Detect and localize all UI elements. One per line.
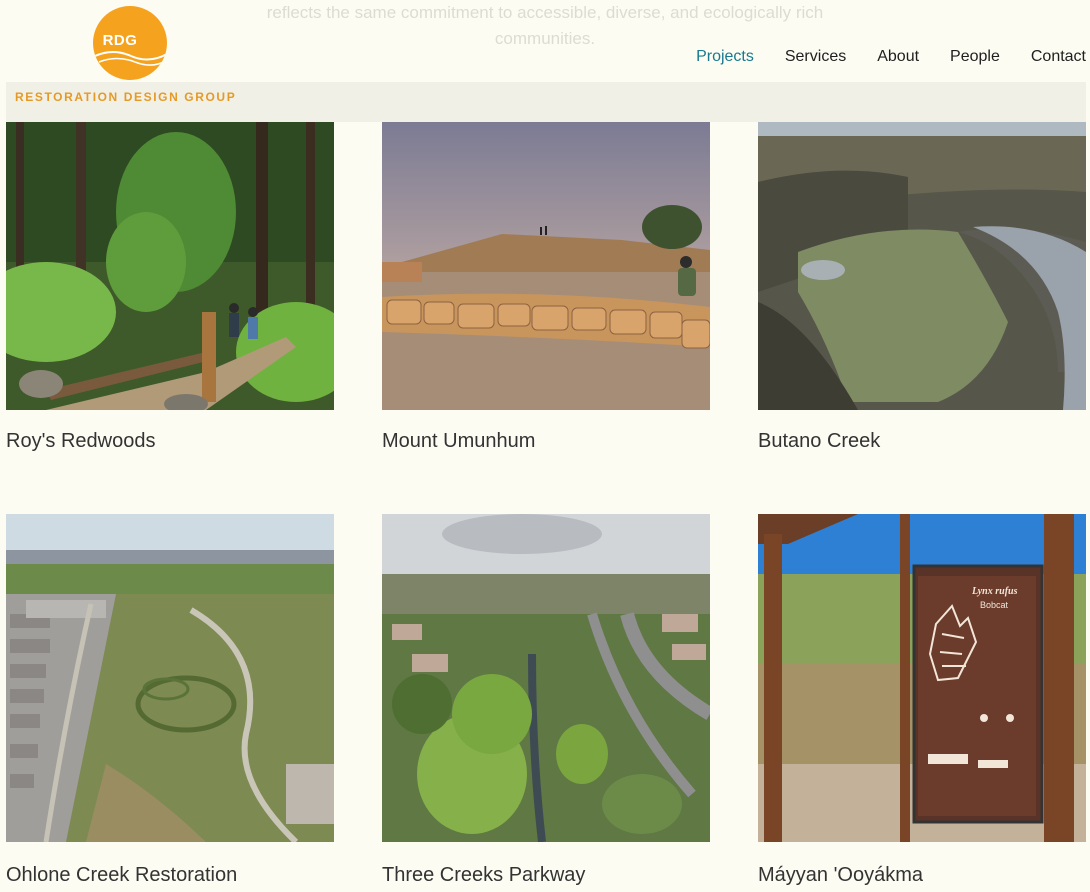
project-card-mount-umunhum[interactable]: Mount Umunhum <box>382 122 710 453</box>
nav-projects[interactable]: Projects <box>696 48 754 66</box>
site-logo[interactable]: RDG RESTORATION DESIGN GROUP <box>6 0 336 122</box>
project-card-three-creeks[interactable]: Three Creeks Parkway <box>382 514 710 887</box>
sign-species: Lynx rufus <box>971 586 1018 597</box>
project-title[interactable]: Ohlone Creek Restoration <box>6 864 334 887</box>
logo-waves-icon <box>94 51 167 66</box>
main-nav: Projects Services About People Contact <box>665 48 1086 66</box>
project-title[interactable]: Mount Umunhum <box>382 430 710 453</box>
nav-contact[interactable]: Contact <box>1031 48 1086 66</box>
nav-people[interactable]: People <box>950 48 1000 66</box>
project-image[interactable] <box>6 514 334 842</box>
project-title[interactable]: Roy's Redwoods <box>6 430 334 453</box>
project-image[interactable] <box>382 514 710 842</box>
project-image[interactable] <box>758 122 1086 410</box>
project-image[interactable] <box>382 122 710 410</box>
logo-circle: RDG <box>93 6 167 80</box>
project-title[interactable]: Butano Creek <box>758 430 1086 453</box>
project-card-ohlone-creek[interactable]: Ohlone Creek Restoration <box>6 514 334 887</box>
nav-services[interactable]: Services <box>785 48 846 66</box>
sign-common-name: Bobcat <box>980 600 1009 610</box>
nav-about[interactable]: About <box>877 48 919 66</box>
project-image[interactable] <box>6 122 334 410</box>
logo-wordmark: RESTORATION DESIGN GROUP <box>15 90 237 104</box>
project-card-butano-creek[interactable]: Butano Creek <box>758 122 1086 453</box>
project-title[interactable]: Máyyan 'Ooyákma <box>758 864 1086 887</box>
project-image[interactable]: Lynx rufus Bobcat <box>758 514 1086 842</box>
project-card-mayyan-ooyakma[interactable]: Lynx rufus Bobcat Máyyan 'Ooyákma <box>758 514 1086 887</box>
project-card-roys-redwoods[interactable]: Roy's Redwoods <box>6 122 334 453</box>
project-title[interactable]: Three Creeks Parkway <box>382 864 710 887</box>
